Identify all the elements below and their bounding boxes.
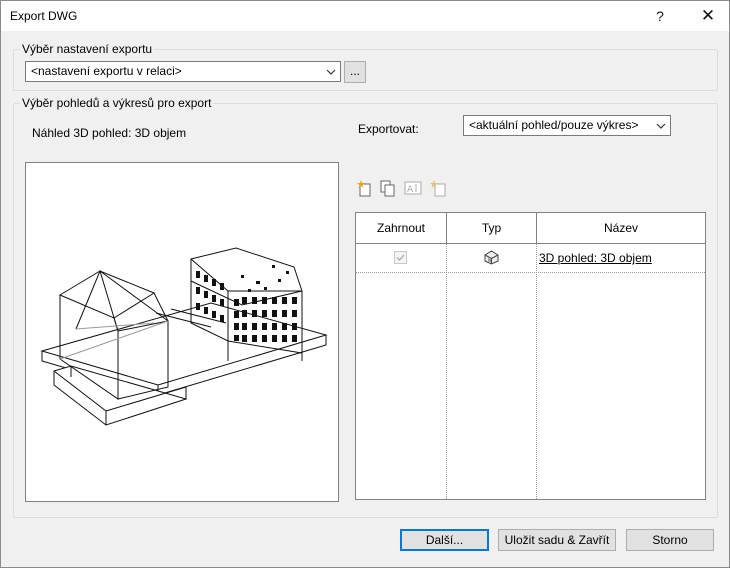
rename-set-icon[interactable]: A xyxy=(404,179,422,197)
building-preview-image xyxy=(40,247,328,426)
column-header-name[interactable]: Název xyxy=(537,213,705,244)
chevron-down-icon xyxy=(326,69,336,75)
browse-setup-label: ... xyxy=(349,64,360,78)
column-header-type[interactable]: Typ xyxy=(447,213,537,244)
preview-label: Náhled 3D pohled: 3D objem xyxy=(32,126,187,140)
export-setup-combo-value: <nastavení exportu v relaci> xyxy=(31,64,182,78)
help-button[interactable]: ? xyxy=(637,1,683,31)
export-scope-combo-value: <aktuální pohled/pouze výkres> xyxy=(469,118,639,132)
views-table: Zahrnout Typ Název 3D pohled: 3D objem xyxy=(355,212,706,500)
view-name-link[interactable]: 3D pohled: 3D objem xyxy=(539,251,652,265)
new-set-icon[interactable] xyxy=(356,179,374,197)
export-scope-combo[interactable]: <aktuální pohled/pouze výkres> xyxy=(463,115,671,136)
column-divider xyxy=(536,244,537,499)
include-checkbox[interactable] xyxy=(394,251,407,264)
help-icon: ? xyxy=(656,8,664,24)
close-icon: ✕ xyxy=(700,6,716,25)
close-button[interactable]: ✕ xyxy=(685,1,730,31)
title-bar: Export DWG ? ✕ xyxy=(1,1,729,31)
next-button-label: Další... xyxy=(425,533,464,547)
views-sheets-group-label: Výběr pohledů a výkresů pro export xyxy=(20,96,214,110)
duplicate-set-icon[interactable] xyxy=(379,179,397,197)
export-setup-group-label: Výběr nastavení exportu xyxy=(20,42,155,56)
browse-setup-button[interactable]: ... xyxy=(344,61,366,83)
svg-text:A: A xyxy=(407,185,414,195)
column-header-include[interactable]: Zahrnout xyxy=(356,213,447,244)
next-button[interactable]: Další... xyxy=(400,529,489,551)
cancel-button[interactable]: Storno xyxy=(626,529,714,551)
export-label: Exportovat: xyxy=(358,122,419,136)
3d-view-icon xyxy=(484,250,499,265)
row-divider xyxy=(356,272,705,273)
save-and-close-button[interactable]: Uložit sadu & Zavřít xyxy=(498,529,616,551)
preview-pane xyxy=(25,162,339,502)
table-row[interactable] xyxy=(356,244,705,272)
cancel-button-label: Storno xyxy=(652,533,688,547)
column-divider xyxy=(446,244,447,499)
export-dwg-dialog: Export DWG ? ✕ Výběr nastavení exportu <… xyxy=(0,0,730,568)
delete-set-icon[interactable] xyxy=(429,179,447,197)
chevron-down-icon xyxy=(656,123,666,129)
export-setup-combo[interactable]: <nastavení exportu v relaci> xyxy=(25,61,341,82)
save-and-close-button-label: Uložit sadu & Zavřít xyxy=(504,533,610,547)
window-title: Export DWG xyxy=(10,9,78,23)
